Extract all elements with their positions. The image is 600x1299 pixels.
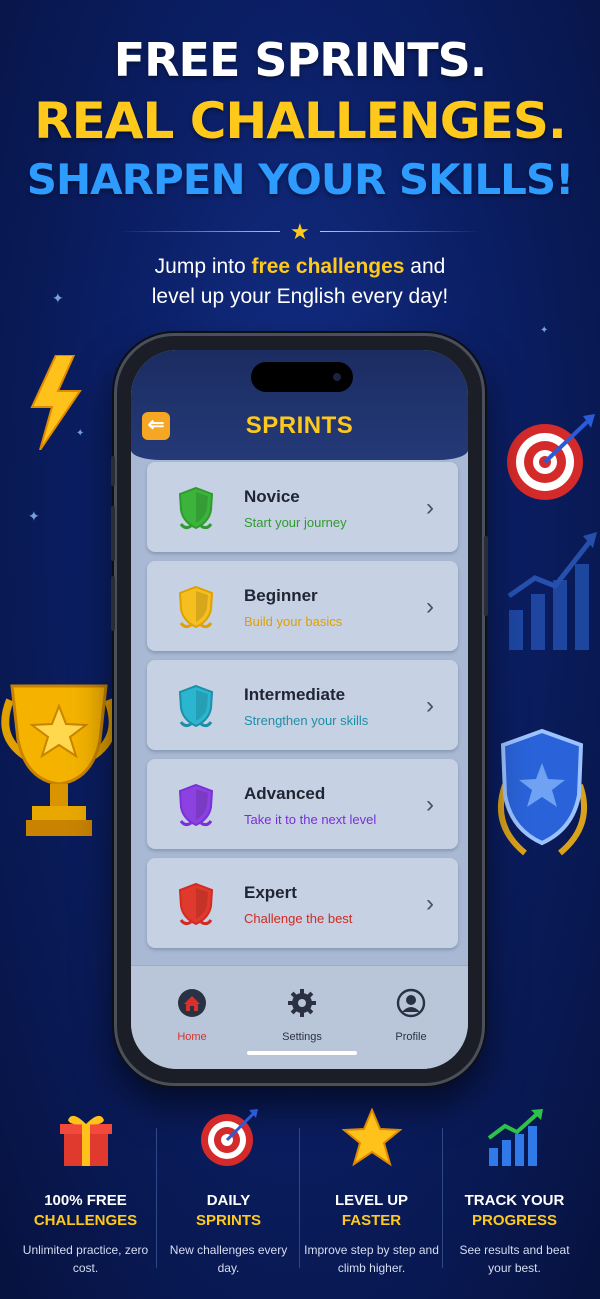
headline-line-3: SHARPEN YOUR SKILLS! (26, 155, 575, 204)
features-row: 100% FREE CHALLENGES Unlimited practice,… (14, 1107, 586, 1278)
shield-icon (178, 783, 214, 827)
page-title: SPRINTS (245, 412, 354, 439)
app-screen: ⇐ SPRINTS Novice Start your journey › Begin… (131, 350, 468, 1069)
target-icon (200, 1109, 258, 1166)
star-icon: ★ (290, 219, 310, 244)
level-description: Build your basics (244, 614, 343, 629)
headline-line-1: FREE SPRINTS. (113, 33, 488, 87)
level-description: Take it to the next level (244, 812, 377, 827)
level-description: Strengthen your skills (244, 713, 369, 728)
tab-profile[interactable]: Profile (371, 988, 451, 1043)
sparkle-icon: ✦ (540, 325, 549, 336)
feature-desc: Improve step by step and climb higher. (304, 1243, 439, 1275)
phone-frame: ⇐ SPRINTS Novice Start your journey › Begin… (111, 333, 488, 1086)
feature-title-2: CHALLENGES (33, 1212, 138, 1229)
level-card-beginner[interactable]: Beginner Build your basics › (147, 561, 458, 651)
app-header: ⇐ SPRINTS (131, 350, 468, 460)
level-card-intermediate[interactable]: Intermediate Strengthen your skills › (147, 660, 458, 750)
level-card-expert[interactable]: Expert Challenge the best › (147, 858, 458, 948)
feature-title-1: LEVEL UP (334, 1192, 409, 1209)
target-icon (507, 414, 595, 500)
feature-title-2: PROGRESS (471, 1212, 558, 1229)
feature-title-1: 100% FREE (44, 1192, 127, 1209)
shield-icon (178, 585, 214, 629)
feature-track-progress: TRACK YOUR PROGRESS See results and beat… (443, 1108, 586, 1277)
level-name: Expert (244, 883, 297, 902)
level-description: Challenge the best (244, 911, 353, 926)
shield-laurel-icon (497, 728, 588, 856)
subtitle-part-1: Jump into (154, 255, 252, 278)
gift-icon (59, 1115, 112, 1166)
growth-chart-icon (507, 532, 597, 650)
tab-profile-label: Profile (395, 1031, 427, 1043)
growth-chart-icon (487, 1109, 543, 1166)
level-card-novice[interactable]: Novice Start your journey › (147, 462, 458, 552)
tab-settings[interactable]: Settings (262, 988, 342, 1043)
star-divider: ★ (120, 219, 480, 244)
trophy-icon (1, 684, 117, 836)
home-indicator (247, 1051, 357, 1055)
chevron-right-icon: › (426, 494, 434, 521)
chevron-right-icon: › (426, 890, 434, 917)
level-name: Intermediate (244, 685, 346, 704)
subtitle: Jump into free challenges and level up y… (0, 252, 600, 312)
user-icon (396, 988, 426, 1018)
feature-title-2: FASTER (341, 1212, 402, 1229)
level-name: Beginner (244, 586, 318, 605)
feature-title-2: SPRINTS (195, 1212, 261, 1229)
gear-icon (288, 989, 316, 1017)
tab-home[interactable]: Home (152, 988, 232, 1043)
feature-desc: Unlimited practice, zero cost. (22, 1243, 149, 1275)
subtitle-line-2: level up your English every day! (151, 285, 449, 308)
headline: FREE SPRINTS. REAL CHALLENGES. SHARPEN Y… (0, 30, 600, 208)
feature-desc: New challenges every day. (169, 1243, 288, 1275)
level-name: Advanced (244, 784, 326, 803)
dynamic-island (251, 362, 353, 392)
star-icon (340, 1107, 403, 1167)
chevron-right-icon: › (426, 692, 434, 719)
feature-free-challenges: 100% FREE CHALLENGES Unlimited practice,… (14, 1108, 157, 1277)
headline-line-2: REAL CHALLENGES. (34, 92, 567, 150)
tab-bar: Home Settings Profile (131, 965, 468, 1069)
chevron-right-icon: › (426, 593, 434, 620)
feature-desc: See results and beat your best. (459, 1243, 570, 1275)
shield-icon (178, 486, 214, 530)
level-description: Start your journey (244, 515, 347, 530)
level-card-advanced[interactable]: Advanced Take it to the next level › (147, 759, 458, 849)
tab-home-label: Home (177, 1031, 207, 1043)
feature-level-up: LEVEL UP FASTER Improve step by step and… (300, 1107, 443, 1277)
level-list: Novice Start your journey › Beginner Build y… (147, 462, 458, 957)
chevron-right-icon: › (426, 791, 434, 818)
sparkle-icon: ✦ (28, 508, 40, 524)
subtitle-part-2: and (404, 255, 446, 278)
level-name: Novice (244, 487, 300, 506)
subtitle-highlight: free challenges (251, 255, 405, 278)
feature-title-1: DAILY (206, 1192, 251, 1209)
tab-settings-label: Settings (282, 1031, 322, 1043)
shield-icon (178, 882, 214, 926)
home-icon (178, 989, 206, 1017)
feature-daily-sprints: DAILY SPRINTS New challenges every day. (157, 1108, 300, 1277)
shield-icon (178, 684, 214, 728)
lightning-icon (30, 355, 82, 450)
feature-title-1: TRACK YOUR (464, 1192, 565, 1209)
